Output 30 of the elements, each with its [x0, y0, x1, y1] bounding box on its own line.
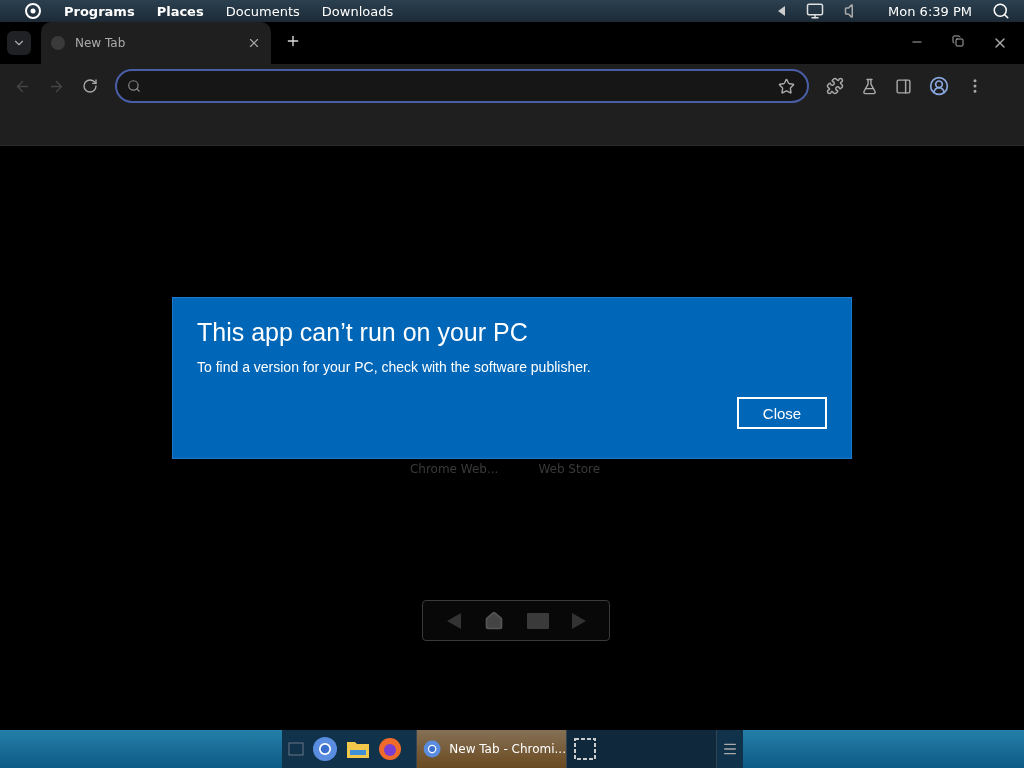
dialog-message: To find a version for your PC, check with the software publisher.: [197, 359, 592, 375]
menu-icon: [722, 741, 738, 757]
search-icon[interactable]: [992, 2, 1010, 20]
network-icon[interactable]: [806, 2, 825, 20]
menu-button[interactable]: [716, 730, 743, 768]
clock[interactable]: Mon 6:39 PM: [888, 3, 972, 19]
dialog-title: This app can’t run on your PC: [197, 318, 529, 347]
favicon-icon: [51, 36, 65, 50]
reload-icon[interactable]: [82, 78, 98, 94]
panel-menu[interactable]: Programs: [64, 3, 135, 19]
panel-menu[interactable]: Documents: [225, 3, 300, 19]
plus-icon[interactable]: [285, 33, 301, 49]
panel-menu[interactable]: Downloads: [321, 3, 394, 19]
puzzle-icon[interactable]: [826, 77, 844, 95]
taskbar-task[interactable]: New Tab - Chromi...: [416, 730, 566, 768]
close-button[interactable]: Close: [737, 397, 827, 429]
chromium-icon[interactable]: [312, 736, 338, 762]
home-icon[interactable]: [483, 610, 504, 631]
tab-list-button[interactable]: [7, 31, 31, 55]
tray-arrow-icon[interactable]: [778, 6, 787, 16]
browser-tab[interactable]: New Tab: [41, 22, 271, 64]
flask-icon[interactable]: [861, 77, 878, 95]
avatar-icon[interactable]: [929, 76, 949, 96]
panel-menu[interactable]: Places: [156, 3, 204, 19]
address-bar[interactable]: [115, 69, 809, 103]
menu-circle-icon[interactable]: [24, 2, 42, 20]
close-icon[interactable]: [247, 36, 261, 50]
side-panel-icon[interactable]: [895, 77, 912, 95]
firefox-icon[interactable]: [378, 737, 402, 761]
selection-icon[interactable]: [573, 737, 597, 761]
